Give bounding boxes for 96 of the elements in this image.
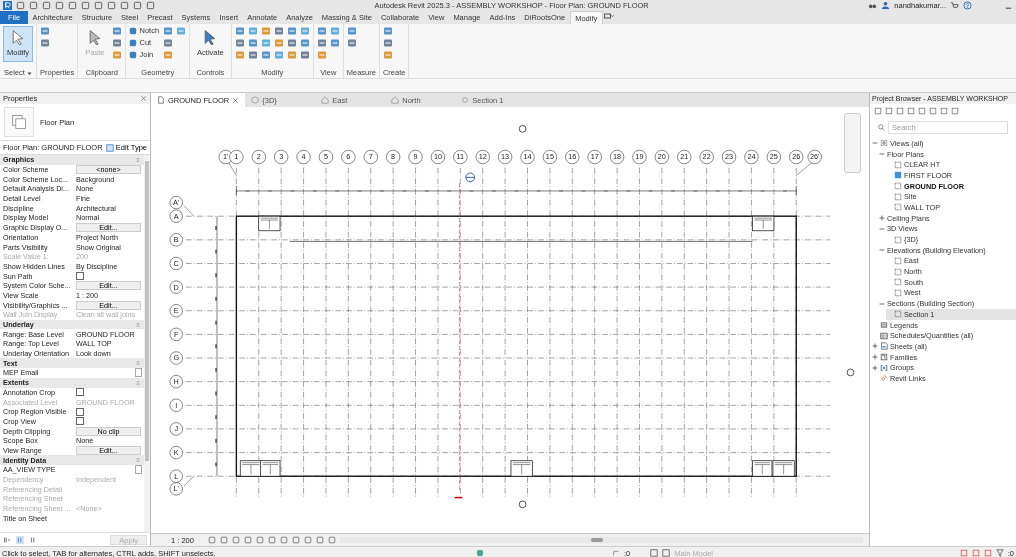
floor-plan-icon	[11, 114, 27, 130]
tool-icon[interactable]	[299, 38, 310, 48]
tool-icon[interactable]	[316, 26, 327, 36]
tool-icon[interactable]	[260, 50, 271, 60]
input-field[interactable]	[135, 368, 142, 378]
app-logo-icon[interactable]	[3, 1, 12, 10]
tool-icon[interactable]	[234, 50, 245, 60]
checkbox[interactable]	[76, 272, 84, 281]
search-icon	[878, 124, 885, 131]
tool-icon[interactable]	[247, 26, 258, 36]
tool-icon[interactable]	[286, 50, 297, 60]
collapse-toggle-icon[interactable]	[879, 151, 885, 158]
worksets-icon[interactable]	[476, 549, 484, 557]
elevation-marker-icon[interactable]	[518, 125, 527, 133]
expand-toggle-icon[interactable]	[872, 354, 878, 361]
tool-icon[interactable]	[112, 50, 123, 60]
tool-icon[interactable]	[273, 38, 284, 48]
leader-line	[183, 476, 194, 487]
cart-icon[interactable]	[950, 1, 959, 10]
tool-icon[interactable]	[163, 26, 174, 36]
stair-drawing	[510, 460, 533, 477]
tool-icon[interactable]	[260, 26, 271, 36]
sort-icon[interactable]	[16, 535, 24, 544]
tool-icon[interactable]	[273, 26, 284, 36]
collapse-icon[interactable]	[135, 156, 141, 163]
elevation-marker-icon[interactable]	[846, 368, 855, 377]
stair-drawing	[772, 460, 795, 477]
tool-icon[interactable]	[247, 50, 258, 60]
collapse-icon[interactable]	[135, 321, 141, 328]
tool-icon[interactable]	[40, 26, 51, 36]
tool-icon[interactable]	[382, 50, 393, 60]
collapse-icon[interactable]	[135, 360, 141, 367]
filter-icon[interactable]	[995, 549, 1004, 557]
tool-icon[interactable]	[299, 50, 310, 60]
tool-icon[interactable]	[273, 50, 284, 60]
input-field[interactable]	[135, 465, 142, 475]
legend-icon[interactable]	[880, 321, 888, 330]
tool-icon[interactable]	[286, 26, 297, 36]
tool-icon[interactable]	[234, 26, 245, 36]
elevation-marker-icon[interactable]	[518, 500, 527, 509]
tool-icon[interactable]	[112, 26, 123, 36]
tool-icon[interactable]	[234, 38, 245, 48]
tool-icon[interactable]	[112, 38, 123, 48]
tool-icon[interactable]	[163, 38, 174, 48]
tool-icon[interactable]	[316, 50, 327, 60]
scrollbar[interactable]	[339, 537, 863, 543]
section-marker-icon[interactable]	[465, 172, 476, 183]
checkbox[interactable]	[76, 407, 84, 416]
collapse-toggle-icon[interactable]	[872, 140, 878, 147]
scrollbar[interactable]	[144, 155, 150, 532]
tool-icon[interactable]	[346, 26, 357, 36]
collapse-toggle-icon[interactable]	[879, 247, 885, 254]
stair-drawing	[752, 460, 773, 477]
leader-line	[796, 162, 812, 176]
tool-icon[interactable]	[382, 38, 393, 48]
tool-icon[interactable]	[329, 26, 340, 36]
close-icon[interactable]	[232, 96, 240, 104]
section-icon[interactable]	[461, 96, 470, 104]
user-icon[interactable]	[881, 1, 891, 10]
stair-drawing	[239, 460, 262, 477]
expand-toggle-icon[interactable]	[872, 343, 878, 350]
stair-drawing	[260, 460, 281, 477]
tool-icon[interactable]	[163, 50, 174, 60]
tool-icon[interactable]	[382, 26, 393, 36]
stair-drawing	[258, 215, 281, 232]
floor-plan-icon[interactable]	[157, 96, 165, 104]
checkbox[interactable]	[76, 417, 84, 426]
tool-icon[interactable]	[299, 26, 310, 36]
tool-icon[interactable]	[247, 38, 258, 48]
tool-icon[interactable]	[316, 38, 327, 48]
section-end-mark	[453, 496, 464, 499]
tool-icon[interactable]	[176, 26, 187, 36]
tool-icon[interactable]	[346, 38, 357, 48]
help-icon[interactable]	[963, 1, 972, 10]
edit-type-icon	[105, 143, 114, 152]
checkbox[interactable]	[76, 388, 84, 397]
tool-icon[interactable]	[40, 38, 51, 48]
close-icon[interactable]	[140, 95, 147, 102]
sort-icon[interactable]	[3, 535, 11, 544]
tool-icon[interactable]	[286, 38, 297, 48]
leader-line	[228, 162, 237, 176]
leader-line	[183, 205, 194, 217]
collapse-toggle-icon[interactable]	[879, 225, 885, 232]
collapse-icon[interactable]	[135, 379, 141, 386]
expand-toggle-icon[interactable]	[872, 364, 878, 371]
collapse-toggle-icon[interactable]	[879, 300, 885, 307]
tool-icon[interactable]	[260, 38, 271, 48]
caret-icon[interactable]	[26, 70, 32, 76]
house-icon[interactable]	[321, 96, 330, 104]
tool-icon[interactable]	[329, 38, 340, 48]
dropdown-icon[interactable]	[602, 11, 614, 21]
sort-icon[interactable]	[29, 535, 37, 544]
stair-drawing	[752, 215, 775, 232]
house-icon[interactable]	[391, 96, 400, 104]
collapse-icon[interactable]	[135, 457, 141, 464]
expand-toggle-icon[interactable]	[879, 215, 885, 222]
